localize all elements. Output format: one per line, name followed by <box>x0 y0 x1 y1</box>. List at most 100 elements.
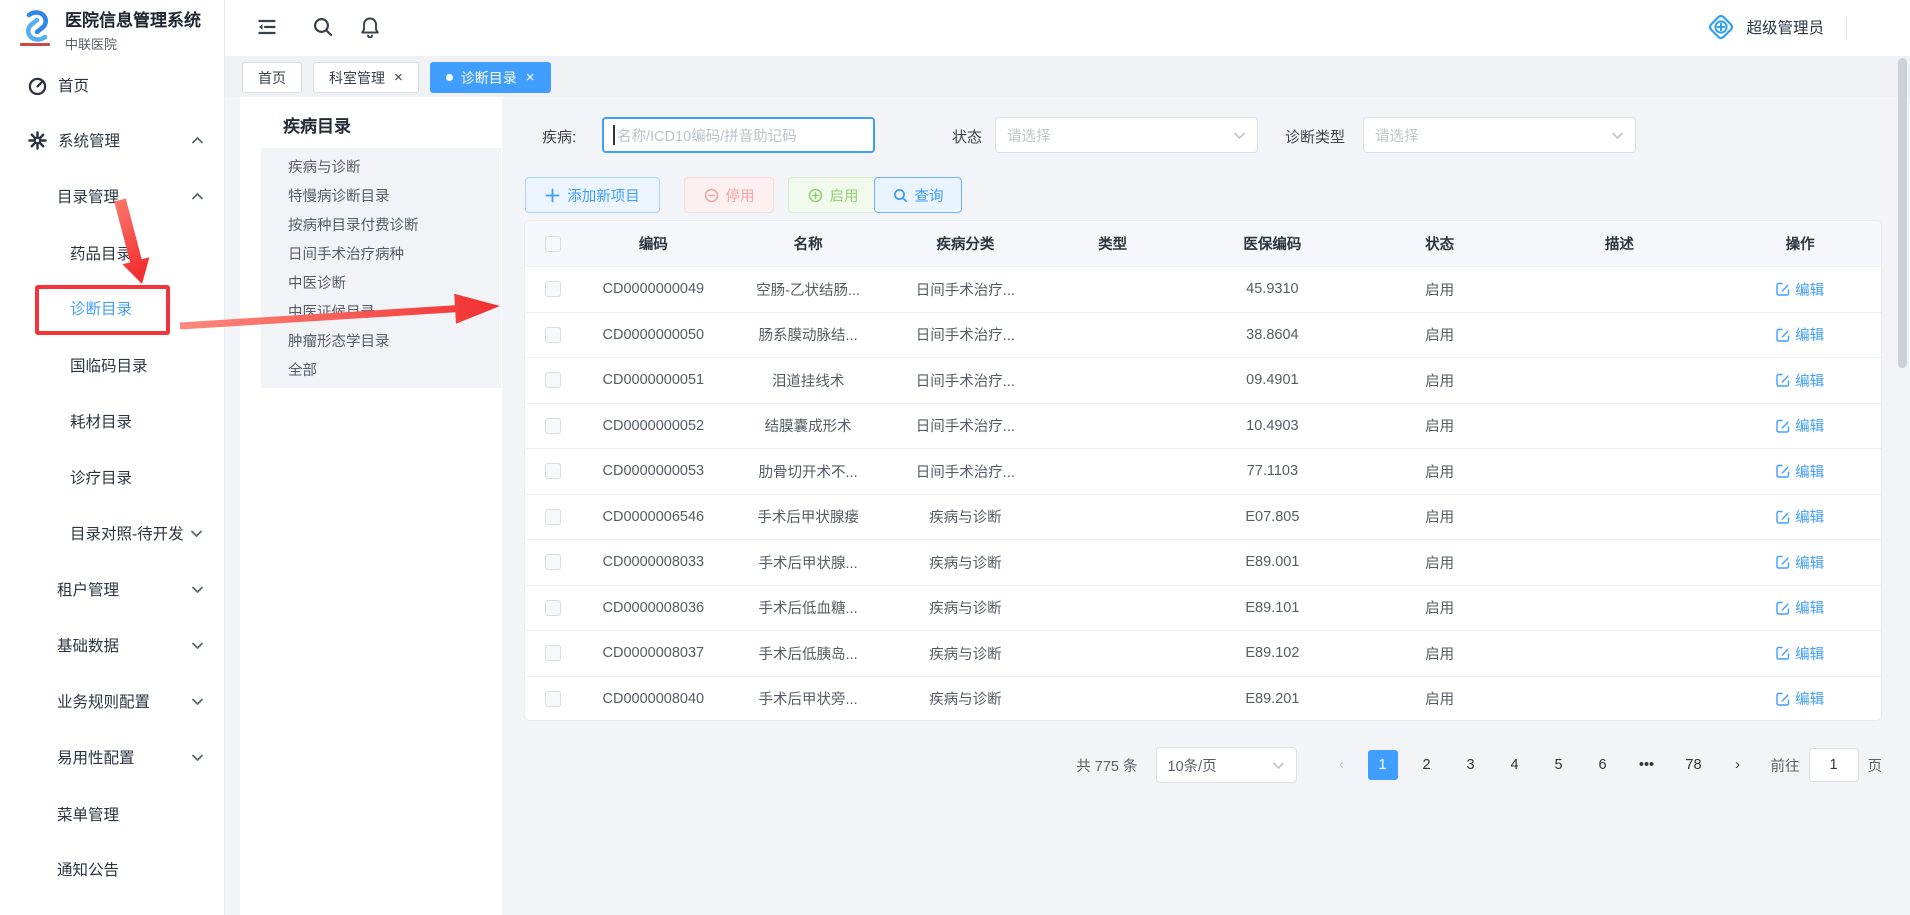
enable-button[interactable]: 启用 <box>788 177 878 213</box>
vertical-scrollbar[interactable] <box>1898 58 1907 368</box>
edit-button[interactable]: 编辑 <box>1776 279 1824 300</box>
row-checkbox[interactable] <box>545 554 561 570</box>
query-button[interactable]: 查询 <box>874 177 962 213</box>
top-header: 超级管理员 <box>225 0 1910 56</box>
collapse-sidebar-icon[interactable] <box>256 16 278 38</box>
edit-icon <box>1776 646 1790 660</box>
next-page-button[interactable]: › <box>1723 750 1753 780</box>
disease-filter-label: 疾病: <box>542 126 576 147</box>
disease-search-input[interactable]: 名称/ICD10编码/拼音助记码 <box>602 117 875 153</box>
plus-icon <box>545 188 560 203</box>
sidebar-item-notice[interactable]: 通知公告 <box>0 849 224 889</box>
more-pages-icon[interactable]: ••• <box>1632 750 1662 780</box>
sidebar-item-catalog-mgmt[interactable]: 目录管理 <box>0 176 224 216</box>
dashboard-icon <box>28 76 47 95</box>
edit-icon <box>1776 328 1790 342</box>
catalog-item-day-surgery[interactable]: 日间手术治疗病种 <box>261 239 501 268</box>
sidebar-item-drug-catalog[interactable]: 药品目录 <box>0 233 224 273</box>
sidebar-item-treatment-catalog[interactable]: 诊疗目录 <box>0 457 224 497</box>
page-number-1[interactable]: 1 <box>1368 750 1398 780</box>
edit-icon <box>1776 282 1790 296</box>
disease-input-placeholder: 名称/ICD10编码/拼音助记码 <box>617 125 797 146</box>
sidebar-item-system-mgmt[interactable]: 系统管理 <box>0 120 224 160</box>
page-number-3[interactable]: 3 <box>1456 750 1486 780</box>
sidebar-item-catalog-mapping[interactable]: 目录对照-待开发 <box>0 513 224 553</box>
edit-button[interactable]: 编辑 <box>1776 688 1824 709</box>
page-number-78[interactable]: 78 <box>1676 750 1712 780</box>
sidebar-item-tenant-mgmt[interactable]: 租户管理 <box>0 569 224 609</box>
add-item-button[interactable]: 添加新项目 <box>525 177 660 213</box>
tab-home[interactable]: 首页 <box>242 62 302 93</box>
search-icon[interactable] <box>312 16 334 38</box>
close-icon[interactable]: × <box>394 70 403 85</box>
row-checkbox[interactable] <box>545 463 561 479</box>
minus-circle-icon <box>704 188 719 203</box>
gear-icon <box>28 131 47 150</box>
page-number-5[interactable]: 5 <box>1544 750 1574 780</box>
diagnosis-type-select[interactable]: 请选择 <box>1363 117 1636 153</box>
sidebar-item-business-rules[interactable]: 业务规则配置 <box>0 681 224 721</box>
row-checkbox[interactable] <box>545 645 561 661</box>
chevron-down-icon <box>1272 759 1285 772</box>
select-all-checkbox[interactable] <box>545 236 561 252</box>
edit-button[interactable]: 编辑 <box>1776 370 1824 391</box>
chevron-up-icon <box>191 190 204 203</box>
tab-diagnosis-catalog[interactable]: 诊断目录 × <box>430 62 551 93</box>
sidebar-item-menu-mgmt[interactable]: 菜单管理 <box>0 794 224 834</box>
page-number-6[interactable]: 6 <box>1588 750 1618 780</box>
sidebar-item-diagnosis-catalog[interactable]: 诊断目录 <box>0 288 224 328</box>
catalog-item-tumor-morphology[interactable]: 肿瘤形态学目录 <box>261 326 501 355</box>
disease-catalog-list: 疾病与诊断 特慢病诊断目录 按病种目录付费诊断 日间手术治疗病种 中医诊断 中医… <box>261 148 501 388</box>
goto-page-input[interactable]: 1 <box>1809 748 1859 782</box>
edit-icon <box>1776 373 1790 387</box>
edit-button[interactable]: 编辑 <box>1776 324 1824 345</box>
logo-small-text <box>20 43 54 46</box>
close-icon[interactable]: × <box>526 70 535 85</box>
row-checkbox[interactable] <box>545 418 561 434</box>
sidebar-item-home[interactable]: 首页 <box>0 65 224 105</box>
status-select[interactable]: 请选择 <box>995 117 1258 153</box>
page-size-select[interactable]: 10条/页 <box>1156 747 1297 783</box>
catalog-item-pay-by-disease[interactable]: 按病种目录付费诊断 <box>261 210 501 239</box>
catalog-item-tcm-syndrome[interactable]: 中医证候目录 <box>261 297 501 326</box>
row-checkbox[interactable] <box>545 691 561 707</box>
sidebar-item-usability-config[interactable]: 易用性配置 <box>0 737 224 777</box>
edit-button[interactable]: 编辑 <box>1776 552 1824 573</box>
page-number-4[interactable]: 4 <box>1500 750 1530 780</box>
col-status: 状态 <box>1360 233 1520 254</box>
prev-page-button[interactable]: ‹ <box>1327 750 1357 780</box>
user-menu[interactable]: 超级管理员 <box>1707 13 1824 41</box>
disable-button[interactable]: 停用 <box>684 177 774 213</box>
sidebar-item-national-code-catalog[interactable]: 国临码目录 <box>0 345 224 385</box>
row-checkbox[interactable] <box>545 327 561 343</box>
tab-department-mgmt[interactable]: 科室管理 × <box>313 62 419 93</box>
bell-icon[interactable] <box>360 16 380 38</box>
edit-button[interactable]: 编辑 <box>1776 415 1824 436</box>
row-checkbox[interactable] <box>545 509 561 525</box>
col-desc: 描述 <box>1520 233 1720 254</box>
chevron-down-icon <box>191 695 204 708</box>
table-row: CD0000000049 空肠-乙状结肠... 日间手术治疗... 45.931… <box>525 266 1881 312</box>
table-row: CD0000008036 手术后低血糖... 疾病与诊断 E89.101 启用 … <box>525 585 1881 631</box>
row-checkbox[interactable] <box>545 372 561 388</box>
catalog-item-tcm-diagnosis[interactable]: 中医诊断 <box>261 268 501 297</box>
sidebar-item-base-data[interactable]: 基础数据 <box>0 625 224 665</box>
table-row: CD0000008033 手术后甲状腺... 疾病与诊断 E89.001 启用 … <box>525 539 1881 585</box>
catalog-item-all[interactable]: 全部 <box>261 355 501 384</box>
col-insurance-code: 医保编码 <box>1185 233 1360 254</box>
sidebar-item-consumables-catalog[interactable]: 耗材目录 <box>0 401 224 441</box>
edit-button[interactable]: 编辑 <box>1776 461 1824 482</box>
hospital-logo-icon <box>20 10 54 42</box>
edit-button[interactable]: 编辑 <box>1776 597 1824 618</box>
edit-button[interactable]: 编辑 <box>1776 506 1824 527</box>
edit-button[interactable]: 编辑 <box>1776 643 1824 664</box>
app-subtitle: 中联医院 <box>65 34 201 53</box>
plus-circle-icon <box>808 188 823 203</box>
col-name: 名称 <box>726 233 891 254</box>
page-number-2[interactable]: 2 <box>1412 750 1442 780</box>
row-checkbox[interactable] <box>545 600 561 616</box>
catalog-item-disease-diagnosis[interactable]: 疾病与诊断 <box>261 152 501 181</box>
row-checkbox[interactable] <box>545 281 561 297</box>
col-type: 类型 <box>1040 233 1185 254</box>
catalog-item-chronic-disease[interactable]: 特慢病诊断目录 <box>261 181 501 210</box>
